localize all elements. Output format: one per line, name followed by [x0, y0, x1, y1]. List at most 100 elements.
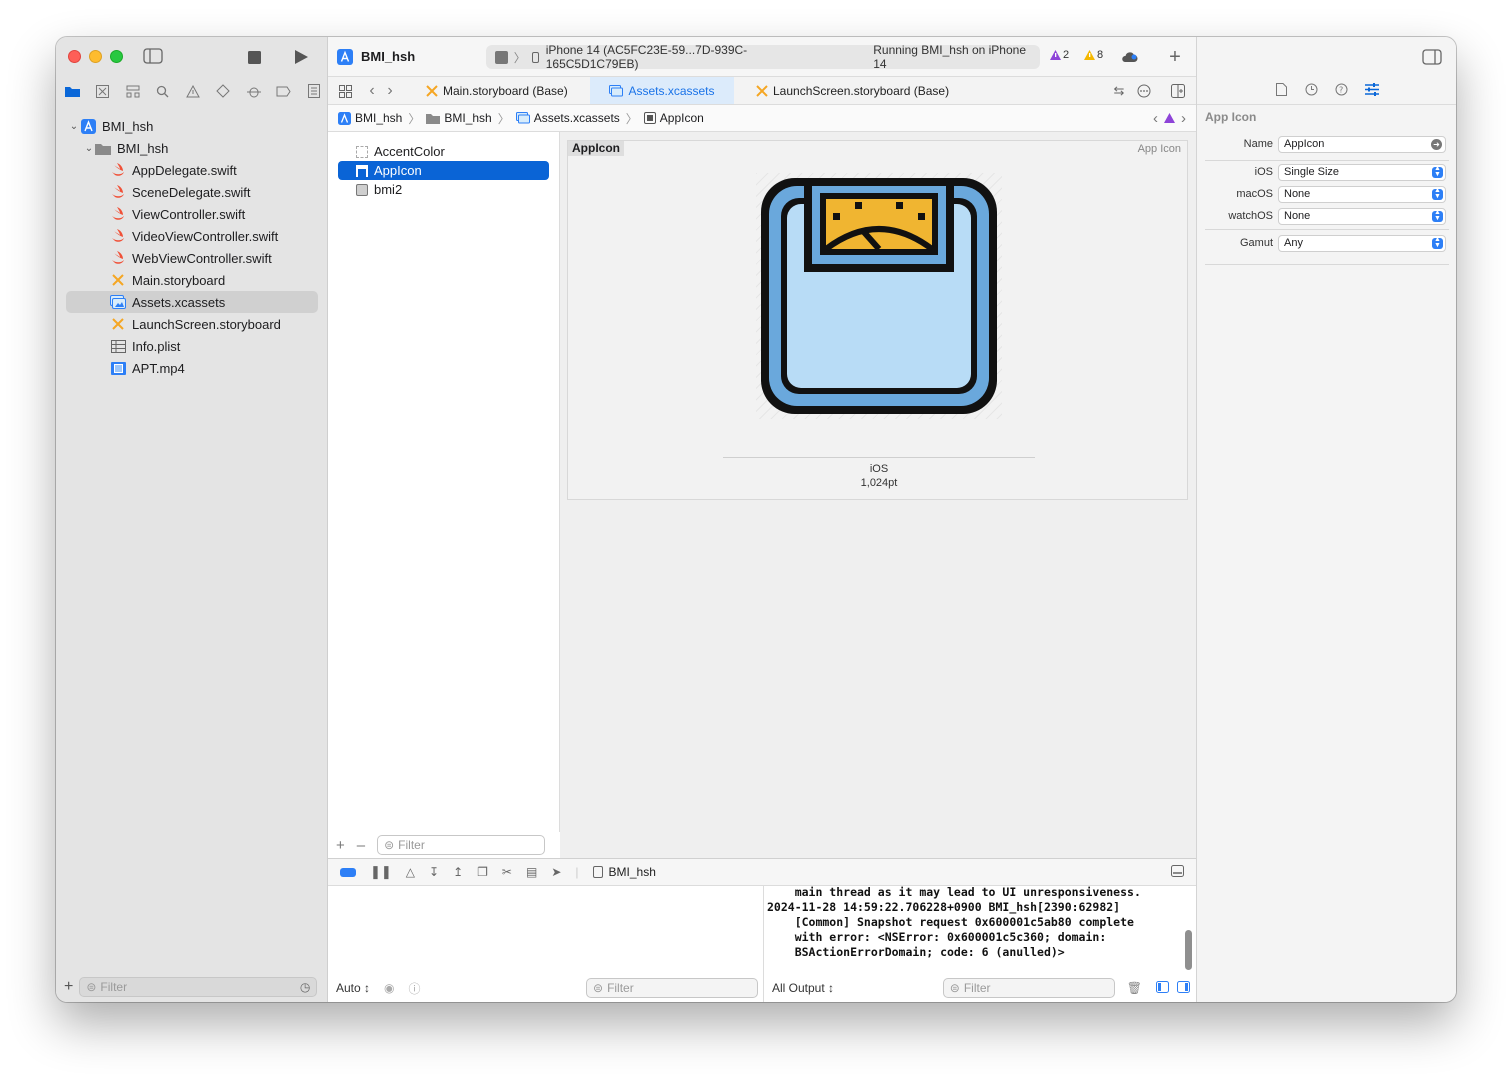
breadcrumb-project[interactable]: BMI_hsh: [338, 111, 402, 125]
warnings-badge[interactable]: 8: [1084, 49, 1103, 61]
more-options-icon[interactable]: [1136, 83, 1152, 99]
tab-launchscreen-storyboard[interactable]: LaunchScreen.storyboard (Base): [744, 77, 961, 104]
variables-mode-select[interactable]: Auto ↕: [336, 981, 370, 995]
view-hierarchy-icon[interactable]: ❐: [477, 865, 488, 879]
console-filter-field[interactable]: ⊜ Filter: [942, 978, 1115, 998]
step-out-icon[interactable]: ↥: [453, 865, 463, 879]
tree-item-file[interactable]: APT.mp4: [56, 357, 328, 379]
asset-item-accentcolor[interactable]: AccentColor: [338, 142, 549, 161]
simulate-location-icon[interactable]: ➤: [551, 865, 561, 879]
find-navigator-icon[interactable]: [153, 82, 173, 100]
go-arrow-icon[interactable]: ➜: [1431, 138, 1442, 150]
disclosure-open-icon[interactable]: ⌄: [68, 121, 80, 132]
swap-icon[interactable]: ⇆: [1111, 83, 1127, 99]
run-destination[interactable]: iPhone 14 (AC5FC23E-59...7D-939C-165C5D1…: [546, 43, 836, 71]
breadcrumb-appicon[interactable]: AppIcon: [643, 111, 704, 125]
source-control-navigator-icon[interactable]: [92, 82, 112, 100]
tree-item-project[interactable]: ⌄ BMI_hsh: [56, 115, 328, 137]
report-navigator-icon[interactable]: [304, 82, 324, 100]
step-into-icon[interactable]: ↧: [429, 865, 439, 879]
tab-main-storyboard[interactable]: Main.storyboard (Base): [414, 77, 580, 104]
asset-label: AccentColor: [374, 144, 445, 159]
next-issue-icon[interactable]: ›: [1181, 110, 1186, 127]
variables-bottom-bar: Auto ↕ ◉ ⓘ ⊜ Filter: [336, 974, 764, 1002]
debug-navigator-icon[interactable]: [244, 82, 264, 100]
forward-icon[interactable]: ›: [384, 82, 396, 100]
disclosure-open-icon[interactable]: ⌄: [83, 143, 95, 154]
related-items-icon[interactable]: [337, 83, 353, 99]
scheme-selector[interactable]: 〉 iPhone 14 (AC5FC23E-59...7D-939C-165C5…: [486, 43, 1040, 71]
tree-item-file[interactable]: SceneDelegate.swift: [56, 181, 328, 203]
show-variables-icon[interactable]: [1156, 980, 1169, 996]
file-inspector-icon[interactable]: [1273, 81, 1290, 98]
symbol-navigator-icon[interactable]: [123, 82, 143, 100]
show-console-icon[interactable]: [1177, 980, 1190, 996]
recent-files-icon[interactable]: ◷: [300, 980, 310, 994]
back-icon[interactable]: ‹: [366, 82, 378, 100]
tree-item-file[interactable]: Info.plist: [56, 335, 328, 357]
close-window-button[interactable]: [68, 50, 81, 63]
memory-graph-icon[interactable]: ✂: [502, 865, 512, 879]
watchos-popup[interactable]: None ▲ ▼: [1278, 207, 1446, 225]
output-mode-select[interactable]: All Output ↕: [772, 981, 834, 995]
hide-debug-area-icon[interactable]: [1171, 864, 1184, 880]
tree-item-label: Assets.xcassets: [132, 294, 226, 310]
breakpoints-toggle-icon[interactable]: [340, 867, 356, 877]
breadcrumb-assets[interactable]: Assets.xcassets: [515, 111, 620, 125]
attributes-inspector-icon[interactable]: [1363, 81, 1380, 98]
tree-item-group[interactable]: ⌄ BMI_hsh: [56, 137, 328, 159]
history-inspector-icon[interactable]: [1303, 81, 1320, 98]
zoom-window-button[interactable]: [110, 50, 123, 63]
tree-item-file[interactable]: VideoViewController.swift: [56, 225, 328, 247]
gamut-popup[interactable]: Any ▲ ▼: [1278, 234, 1446, 252]
info-icon[interactable]: ⓘ: [409, 980, 421, 997]
trash-icon[interactable]: 🗑: [1127, 981, 1142, 995]
name-field[interactable]: AppIcon ➜: [1278, 135, 1446, 153]
eye-icon[interactable]: ◉: [384, 981, 394, 995]
pause-icon[interactable]: ❚❚: [370, 864, 392, 880]
tree-item-file[interactable]: Main.storyboard: [56, 269, 328, 291]
test-navigator-icon[interactable]: [213, 82, 233, 100]
tree-item-file[interactable]: LaunchScreen.storyboard: [56, 313, 328, 335]
runtime-issues-badge[interactable]: 2: [1050, 49, 1069, 61]
issue-navigator-icon[interactable]: [183, 82, 203, 100]
library-add-icon[interactable]: +: [1166, 46, 1184, 68]
watchos-value: None: [1284, 210, 1311, 222]
breakpoint-navigator-icon[interactable]: [274, 82, 294, 100]
console-scrollbar[interactable]: [1185, 930, 1192, 970]
previous-issue-icon[interactable]: ‹: [1153, 110, 1158, 127]
stop-icon[interactable]: [246, 49, 262, 65]
ios-value: Single Size: [1284, 166, 1340, 178]
icon-well[interactable]: [756, 173, 1002, 419]
folder-icon: [426, 113, 441, 124]
asset-item-bmi2[interactable]: bmi2: [338, 180, 549, 199]
split-editor-icon[interactable]: [1170, 83, 1186, 99]
tree-item-file[interactable]: AppDelegate.swift: [56, 159, 328, 181]
ios-popup[interactable]: Single Size ▲ ▼: [1278, 163, 1446, 181]
asset-item-appicon[interactable]: AppIcon: [338, 161, 549, 180]
inspector-divider: [1205, 229, 1449, 230]
asset-filter-field[interactable]: ⊜ Filter: [377, 835, 546, 855]
inspector-toggle-icon[interactable]: [1421, 48, 1443, 66]
help-inspector-icon[interactable]: ?: [1333, 81, 1350, 98]
remove-asset-icon[interactable]: –: [357, 837, 365, 854]
minimize-window-button[interactable]: [89, 50, 102, 63]
add-file-icon[interactable]: +: [64, 978, 73, 996]
macos-popup[interactable]: None ▲ ▼: [1278, 185, 1446, 203]
environment-overrides-icon[interactable]: ▤: [526, 865, 537, 879]
variables-filter-field[interactable]: ⊜ Filter: [586, 978, 758, 998]
tree-item-file[interactable]: WebViewController.swift: [56, 247, 328, 269]
breadcrumb-group[interactable]: BMI_hsh: [426, 111, 492, 125]
navigator-filter-field[interactable]: ⊜ Filter ◷: [79, 977, 318, 997]
tree-item-file[interactable]: ViewController.swift: [56, 203, 328, 225]
tab-label: LaunchScreen.storyboard (Base): [773, 83, 950, 98]
tab-assets[interactable]: Assets.xcassets: [590, 77, 734, 104]
add-asset-icon[interactable]: +: [336, 837, 345, 854]
cloud-icon[interactable]: [1120, 49, 1138, 65]
project-navigator-icon[interactable]: [62, 82, 82, 100]
tree-item-file-selected[interactable]: Assets.xcassets: [66, 291, 318, 313]
run-icon[interactable]: [292, 48, 310, 66]
sidebar-toggle-icon[interactable]: [142, 47, 164, 65]
issue-warning-icon[interactable]: [1164, 113, 1175, 123]
step-over-icon[interactable]: △: [406, 865, 415, 879]
